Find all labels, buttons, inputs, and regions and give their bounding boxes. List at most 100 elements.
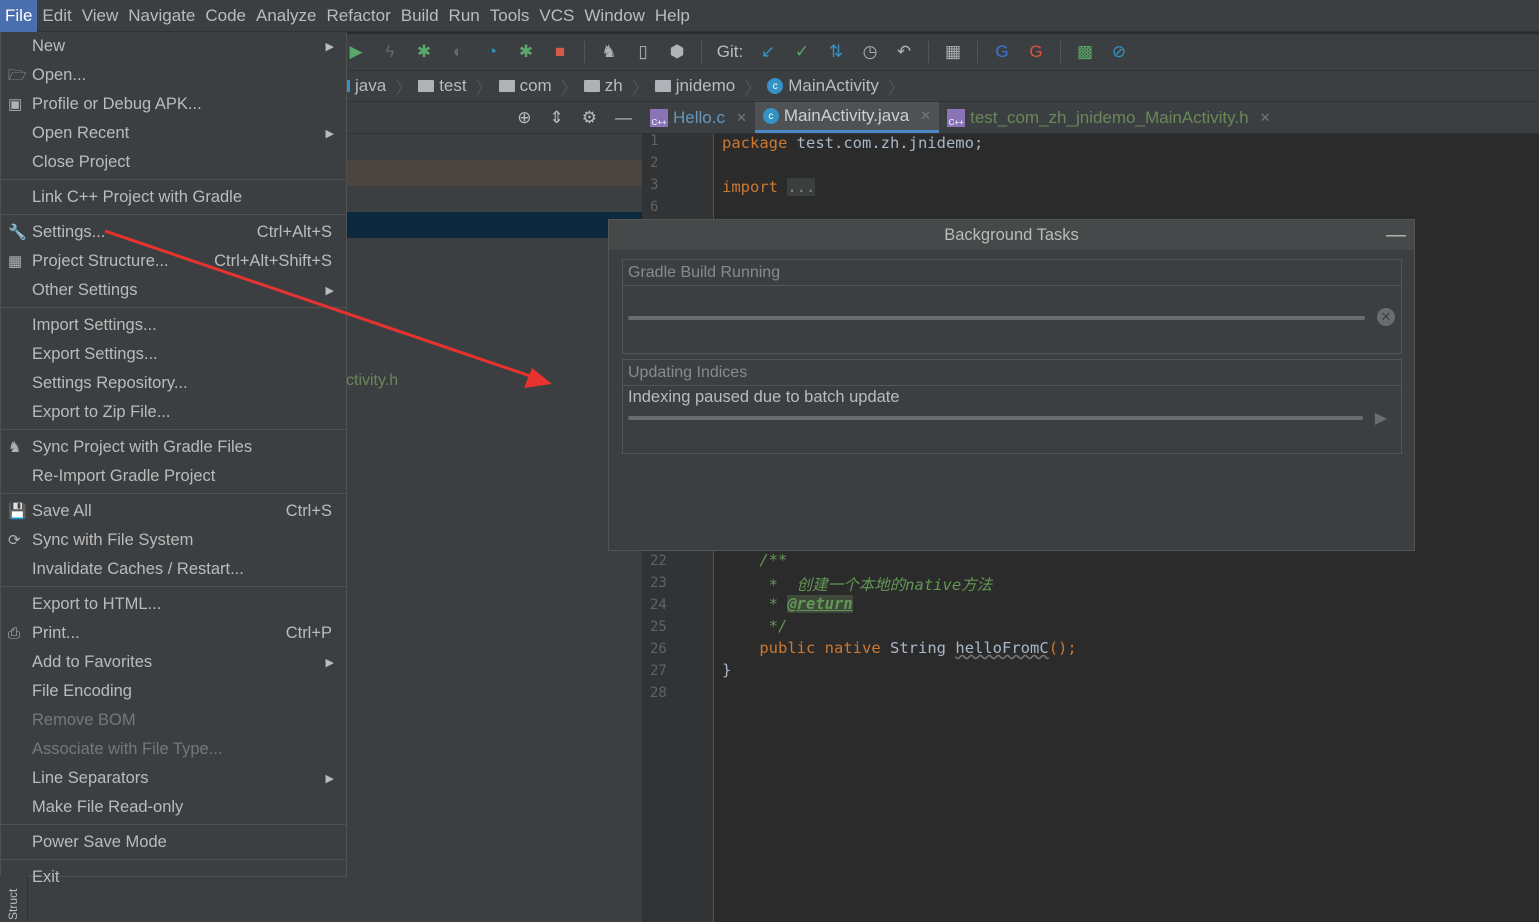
menu-item-settings-repository[interactable]: Settings Repository... bbox=[1, 369, 346, 398]
menu-help[interactable]: Help bbox=[650, 0, 695, 32]
menu-item-close-project[interactable]: Close Project bbox=[1, 148, 346, 177]
tree-item-header-file[interactable]: ctivity.h bbox=[346, 372, 398, 390]
tree-row-highlight[interactable] bbox=[346, 160, 642, 186]
menu-item-add-to-favorites[interactable]: Add to Favorites ▶ bbox=[1, 648, 346, 677]
git-update-icon[interactable]: ↙ bbox=[758, 42, 778, 62]
minimize-icon[interactable]: — bbox=[1386, 220, 1406, 250]
translate-alt-icon[interactable]: G bbox=[1026, 42, 1046, 62]
submenu-arrow-icon: ▶ bbox=[325, 285, 334, 297]
menu-analyze[interactable]: Analyze bbox=[251, 0, 321, 32]
menu-item-sync-project-with-gradle-files[interactable]: ♞ Sync Project with Gradle Files bbox=[1, 433, 346, 462]
history-icon[interactable]: ◷ bbox=[860, 42, 880, 62]
menu-item-settings[interactable]: 🔧 Settings... Ctrl+Alt+S bbox=[1, 218, 346, 247]
menu-item-link-c++-project-with-gradle[interactable]: Link C++ Project with Gradle bbox=[1, 183, 346, 212]
profile-icon[interactable]: ◔ bbox=[482, 42, 502, 62]
project-structure-icon[interactable]: ▦ bbox=[943, 42, 963, 62]
gear-icon[interactable]: ⚙ bbox=[582, 108, 597, 128]
git-label: Git: bbox=[716, 42, 744, 61]
menu-item-exit[interactable]: Exit bbox=[1, 863, 346, 892]
menu-navigate[interactable]: Navigate bbox=[123, 0, 200, 32]
code-line-22: /** bbox=[722, 551, 787, 569]
menu-tools[interactable]: Tools bbox=[485, 0, 535, 32]
tab-hello-c[interactable]: C++ Hello.c ✕ bbox=[642, 102, 755, 133]
menu-item-re-import-gradle-project[interactable]: Re-Import Gradle Project bbox=[1, 462, 346, 491]
menu-item-power-save-mode[interactable]: Power Save Mode bbox=[1, 828, 346, 857]
doc-star: * bbox=[759, 595, 788, 613]
cancel-icon[interactable]: ✕ bbox=[1377, 308, 1395, 326]
breadcrumb-item[interactable]: zh 〉 bbox=[583, 74, 649, 99]
method-tail: (); bbox=[1048, 639, 1077, 657]
menu-edit[interactable]: Edit bbox=[37, 0, 76, 32]
menu-item-export-to-html[interactable]: Export to HTML... bbox=[1, 590, 346, 619]
folder-open-icon: 🗁 bbox=[8, 67, 27, 84]
menu-item-open[interactable]: 🗁 Open... bbox=[1, 61, 346, 90]
class-icon: c bbox=[762, 108, 779, 124]
run-icon[interactable]: ▶ bbox=[346, 42, 366, 62]
menu-run[interactable]: Run bbox=[444, 0, 485, 32]
menu-item-make-file-read-only[interactable]: Make File Read-only bbox=[1, 793, 346, 822]
toolbar: ▶ ϟ ✱ ◐ ◔ ✱ ■ ♞ ▯ ⬢ Git: ↙ ✓ ⇅ ◷ ↶ ▦ G G ▩ ⊘ bbox=[340, 34, 1539, 70]
menu-item-new[interactable]: New ▶ bbox=[1, 32, 346, 61]
breadcrumb-item[interactable]: test 〉 bbox=[418, 74, 493, 99]
tab-test-com-zh-jnidemo-mainactivity-h[interactable]: C++ test_com_zh_jnidemo_MainActivity.h ✕ bbox=[939, 102, 1278, 133]
close-icon[interactable]: ✕ bbox=[736, 110, 747, 126]
gradle-sync-icon[interactable]: ♞ bbox=[599, 42, 619, 62]
git-commit-icon[interactable]: ✓ bbox=[792, 42, 812, 62]
breadcrumb-label: test bbox=[439, 76, 467, 95]
menu-item-invalidate-caches-restart[interactable]: Invalidate Caches / Restart... bbox=[1, 555, 346, 584]
menu-view[interactable]: View bbox=[77, 0, 124, 32]
debug-attach-icon[interactable]: ✱ bbox=[516, 42, 536, 62]
menu-item-profile-or-debug-apk[interactable]: ▣ Profile or Debug APK... bbox=[1, 90, 346, 119]
apply-changes-icon[interactable]: ϟ bbox=[380, 42, 400, 62]
monitor-icon[interactable]: ▩ bbox=[1075, 42, 1095, 62]
debug-icon[interactable]: ✱ bbox=[414, 42, 434, 62]
locate-icon[interactable]: ⊕ bbox=[517, 108, 531, 128]
menu-item-import-settings[interactable]: Import Settings... bbox=[1, 311, 346, 340]
dialog-title-bar[interactable]: Background Tasks — bbox=[609, 220, 1414, 250]
sdk-manager-icon[interactable]: ⬢ bbox=[667, 42, 687, 62]
disable-icon[interactable]: ⊘ bbox=[1109, 42, 1129, 62]
breadcrumb-item[interactable]: com 〉 bbox=[498, 74, 578, 99]
menu-item-project-structure[interactable]: ▦ Project Structure... Ctrl+Alt+Shift+S bbox=[1, 247, 346, 276]
close-icon[interactable]: ✕ bbox=[1260, 110, 1271, 126]
breadcrumb-item[interactable]: c MainActivity 〉 bbox=[767, 74, 905, 99]
chevron-right-icon: 〉 bbox=[744, 78, 762, 98]
menu-item-file-encoding[interactable]: File Encoding bbox=[1, 677, 346, 706]
menu-item-line-separators[interactable]: Line Separators ▶ bbox=[1, 764, 346, 793]
tree-row-selected[interactable] bbox=[346, 212, 642, 238]
menu-window[interactable]: Window bbox=[579, 0, 649, 32]
menu-item-label: Settings Repository... bbox=[32, 374, 188, 392]
resume-icon[interactable]: ▶ bbox=[1375, 408, 1387, 428]
avd-manager-icon[interactable]: ▯ bbox=[633, 42, 653, 62]
menu-item-export-settings[interactable]: Export Settings... bbox=[1, 340, 346, 369]
menu-item-export-to-zip-file[interactable]: Export to Zip File... bbox=[1, 398, 346, 427]
import-fold[interactable]: ... bbox=[787, 178, 816, 196]
translate-icon[interactable]: G bbox=[992, 42, 1012, 62]
menu-vcs[interactable]: VCS bbox=[534, 0, 579, 32]
close-icon[interactable]: ✕ bbox=[920, 108, 931, 124]
menu-file[interactable]: File bbox=[0, 0, 38, 32]
stop-icon[interactable]: ■ bbox=[550, 42, 570, 62]
code-line-3: import ... bbox=[722, 178, 816, 196]
tab-mainactivity-java[interactable]: c MainActivity.java ✕ bbox=[754, 102, 940, 133]
menu-item-other-settings[interactable]: Other Settings ▶ bbox=[1, 276, 346, 305]
menu-item-save-all[interactable]: 💾 Save All Ctrl+S bbox=[1, 497, 346, 526]
menu-item-sync-with-file-system[interactable]: ⟳ Sync with File System bbox=[1, 526, 346, 555]
menu-item-open-recent[interactable]: Open Recent ▶ bbox=[1, 119, 346, 148]
sync-icon: ⟳ bbox=[8, 532, 21, 549]
menu-refactor[interactable]: Refactor bbox=[321, 0, 395, 32]
attach-debugger-icon[interactable]: ◐ bbox=[448, 42, 468, 62]
menu-build[interactable]: Build bbox=[396, 0, 444, 32]
collapse-icon[interactable]: ⇕ bbox=[550, 108, 564, 128]
breadcrumb-item[interactable]: jnidemo 〉 bbox=[654, 74, 762, 99]
structure-tool-tab[interactable]: Struct bbox=[0, 876, 28, 922]
revert-icon[interactable]: ↶ bbox=[894, 42, 914, 62]
cpp-file-icon: C++ bbox=[947, 108, 966, 127]
menu-item-print[interactable]: ⎙ Print... Ctrl+P bbox=[1, 619, 346, 648]
breadcrumb-item[interactable]: java 〉 bbox=[344, 74, 412, 99]
hide-icon[interactable]: — bbox=[615, 108, 632, 128]
menu-code[interactable]: Code bbox=[200, 0, 251, 32]
menu-item-label: Open Recent bbox=[32, 124, 130, 142]
git-compare-icon[interactable]: ⇅ bbox=[826, 42, 846, 62]
menu-item-shortcut: Ctrl+P bbox=[285, 624, 332, 642]
